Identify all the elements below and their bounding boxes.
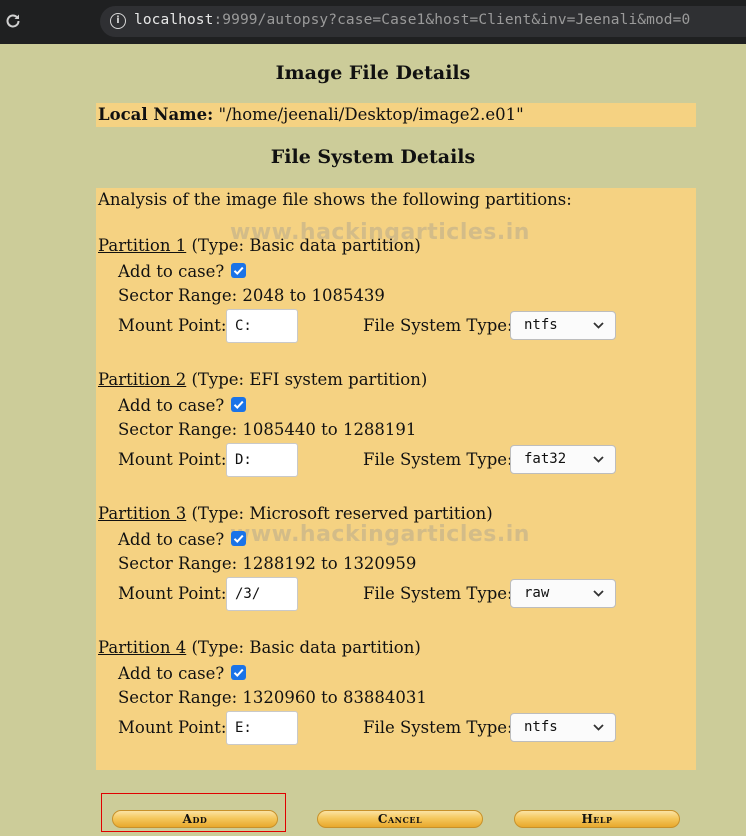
sector-range: Sector Range: 2048 to 1085439 xyxy=(118,286,385,305)
partition-header: Partition 4 (Type: Basic data partition) xyxy=(98,638,421,658)
mount-point-label: Mount Point: xyxy=(118,316,227,335)
address-bar[interactable]: i localhost:9999/autopsy?case=Case1&host… xyxy=(100,6,746,37)
cancel-button[interactable]: Cancel xyxy=(317,810,483,828)
add-to-case-label: Add to case? xyxy=(118,262,225,281)
add-to-case-label: Add to case? xyxy=(118,530,225,549)
partition-type: (Type: Basic data partition) xyxy=(191,236,421,255)
fs-type-select[interactable]: ntfs xyxy=(510,311,616,340)
image-details-heading: Image File Details xyxy=(275,62,471,84)
partition-link[interactable]: Partition 4 xyxy=(98,638,186,657)
mount-point-input[interactable]: C: xyxy=(226,309,298,343)
sector-range: Sector Range: 1085440 to 1288191 xyxy=(118,420,417,439)
partition-link[interactable]: Partition 3 xyxy=(98,504,186,523)
mount-point-input[interactable]: /3/ xyxy=(226,577,298,611)
add-to-case-label: Add to case? xyxy=(118,664,225,683)
add-to-case-checkbox[interactable] xyxy=(231,665,246,680)
fs-type-label: File System Type: xyxy=(363,718,513,737)
fs-type-value: ntfs xyxy=(524,719,558,735)
info-icon[interactable]: i xyxy=(110,13,126,29)
partition-type: (Type: EFI system partition) xyxy=(191,370,428,389)
mount-point-label: Mount Point: xyxy=(118,450,227,469)
local-name-value: "/home/jeenali/Desktop/image2.e01" xyxy=(218,105,524,124)
fs-type-select[interactable]: ntfs xyxy=(510,713,616,742)
partition-link[interactable]: Partition 1 xyxy=(98,236,186,255)
url-text: localhost:9999/autopsy?case=Case1&host=C… xyxy=(134,12,690,28)
chevron-down-icon xyxy=(593,322,604,329)
add-to-case-label: Add to case? xyxy=(118,396,225,415)
chevron-down-icon xyxy=(593,456,604,463)
add-to-case-checkbox[interactable] xyxy=(231,397,246,412)
local-name-row: Local Name: "/home/jeenali/Desktop/image… xyxy=(96,103,696,127)
chevron-down-icon xyxy=(593,590,604,597)
mount-point-input[interactable]: E: xyxy=(226,711,298,745)
sector-range: Sector Range: 1320960 to 83884031 xyxy=(118,688,427,707)
mount-point-label: Mount Point: xyxy=(118,584,227,603)
chevron-down-icon xyxy=(593,724,604,731)
partitions-panel: Analysis of the image file shows the fol… xyxy=(96,188,696,770)
analysis-intro: Analysis of the image file shows the fol… xyxy=(98,190,572,209)
watermark: www.hackingarticles.in xyxy=(230,522,530,547)
partition-header: Partition 1 (Type: Basic data partition) xyxy=(98,236,421,256)
fs-type-select[interactable]: raw xyxy=(510,579,616,608)
fs-details-heading: File System Details xyxy=(270,146,476,168)
fs-type-label: File System Type: xyxy=(363,450,513,469)
fs-type-value: raw xyxy=(524,585,550,601)
fs-type-value: fat32 xyxy=(524,451,567,467)
mount-point-label: Mount Point: xyxy=(118,718,227,737)
partition-type: (Type: Basic data partition) xyxy=(191,638,421,657)
partition-type: (Type: Microsoft reserved partition) xyxy=(191,504,493,523)
add-button[interactable]: Add xyxy=(112,810,278,828)
fs-type-label: File System Type: xyxy=(363,584,513,603)
fs-type-label: File System Type: xyxy=(363,316,513,335)
partition-link[interactable]: Partition 2 xyxy=(98,370,186,389)
mount-point-input[interactable]: D: xyxy=(226,443,298,477)
reload-icon[interactable] xyxy=(4,12,22,30)
local-name-label: Local Name: xyxy=(98,105,214,124)
url-path: :9999/autopsy?case=Case1&host=Client&inv… xyxy=(213,12,691,28)
fs-type-select[interactable]: fat32 xyxy=(510,445,616,474)
add-to-case-checkbox[interactable] xyxy=(231,531,246,546)
url-host: localhost xyxy=(134,12,214,28)
browser-toolbar: i localhost:9999/autopsy?case=Case1&host… xyxy=(0,0,746,44)
partition-header: Partition 3 (Type: Microsoft reserved pa… xyxy=(98,504,493,524)
sector-range: Sector Range: 1288192 to 1320959 xyxy=(118,554,417,573)
add-to-case-checkbox[interactable] xyxy=(231,263,246,278)
partition-header: Partition 2 (Type: EFI system partition) xyxy=(98,370,427,390)
help-button[interactable]: Help xyxy=(514,810,680,828)
fs-type-value: ntfs xyxy=(524,317,558,333)
